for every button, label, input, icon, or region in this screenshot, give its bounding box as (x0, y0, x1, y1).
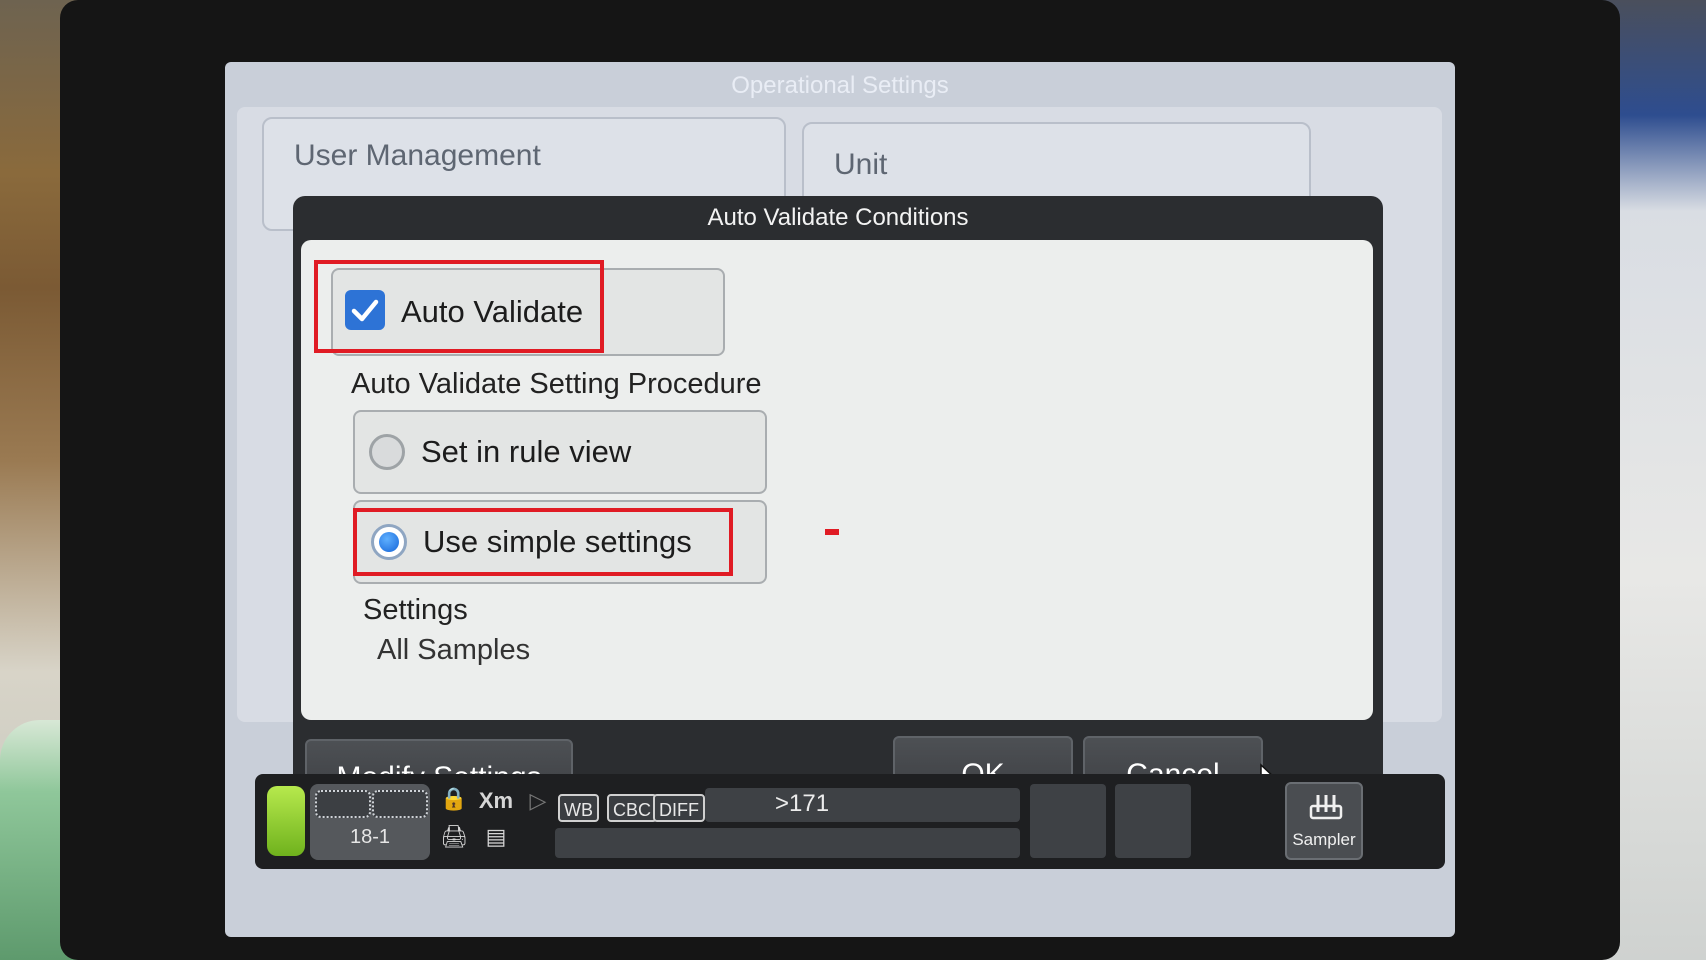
status-slot (1115, 784, 1191, 858)
xm-label[interactable]: Xm (475, 788, 517, 814)
printer-icon[interactable]: 🖨 (439, 824, 469, 850)
procedure-heading: Auto Validate Setting Procedure (351, 368, 762, 400)
dialog-title: Auto Validate Conditions (707, 204, 969, 231)
mode-tag-cbc: CBC (607, 794, 658, 822)
mode-tag-wb: WB (558, 794, 599, 822)
red-marker (825, 529, 839, 535)
rack-icon (372, 790, 428, 818)
radio-rule-view-label: Set in rule view (421, 434, 632, 469)
sampler-icon (1309, 795, 1343, 820)
storage-icon[interactable]: ▤ (481, 824, 511, 850)
settings-heading: Settings (363, 594, 468, 626)
sample-count: >171 (775, 790, 830, 817)
screen-title: Operational Settings (731, 72, 949, 99)
radio-unselected-icon[interactable] (369, 434, 405, 470)
rack-position: 18-1 (349, 826, 391, 848)
tile-unit-label: Unit (834, 148, 888, 181)
status-bar: 18-1 🔒 🖨 Xm ▤ ▷ WB CBC DIFF >171 Sampler (255, 774, 1445, 869)
rack-icon (315, 790, 371, 818)
settings-value: All Samples (377, 634, 531, 666)
message-field (555, 828, 1020, 858)
sound-icon[interactable]: ▷ (521, 788, 555, 814)
tile-user-management-label: User Management (294, 139, 541, 172)
sampler-label: Sampler (1292, 830, 1356, 849)
mode-tag-diff: DIFF (653, 794, 705, 822)
highlight-box-auto-validate (314, 260, 604, 353)
device-screen: Operational Settings User Management Uni… (225, 62, 1455, 937)
sampler-button[interactable]: Sampler (1285, 782, 1363, 860)
highlight-box-simple-settings (353, 508, 733, 576)
status-led (267, 786, 305, 856)
status-slot (1030, 784, 1106, 858)
dialog-body: Auto Validate Auto Validate Setting Proc… (301, 240, 1373, 720)
lock-icon[interactable]: 🔒 (439, 786, 469, 812)
auto-validate-dialog: Auto Validate Conditions Auto Validate A… (293, 196, 1383, 868)
radio-option-rule-view[interactable]: Set in rule view (353, 410, 767, 494)
rack-status[interactable]: 18-1 (310, 784, 430, 860)
sample-info-field (705, 788, 1020, 822)
